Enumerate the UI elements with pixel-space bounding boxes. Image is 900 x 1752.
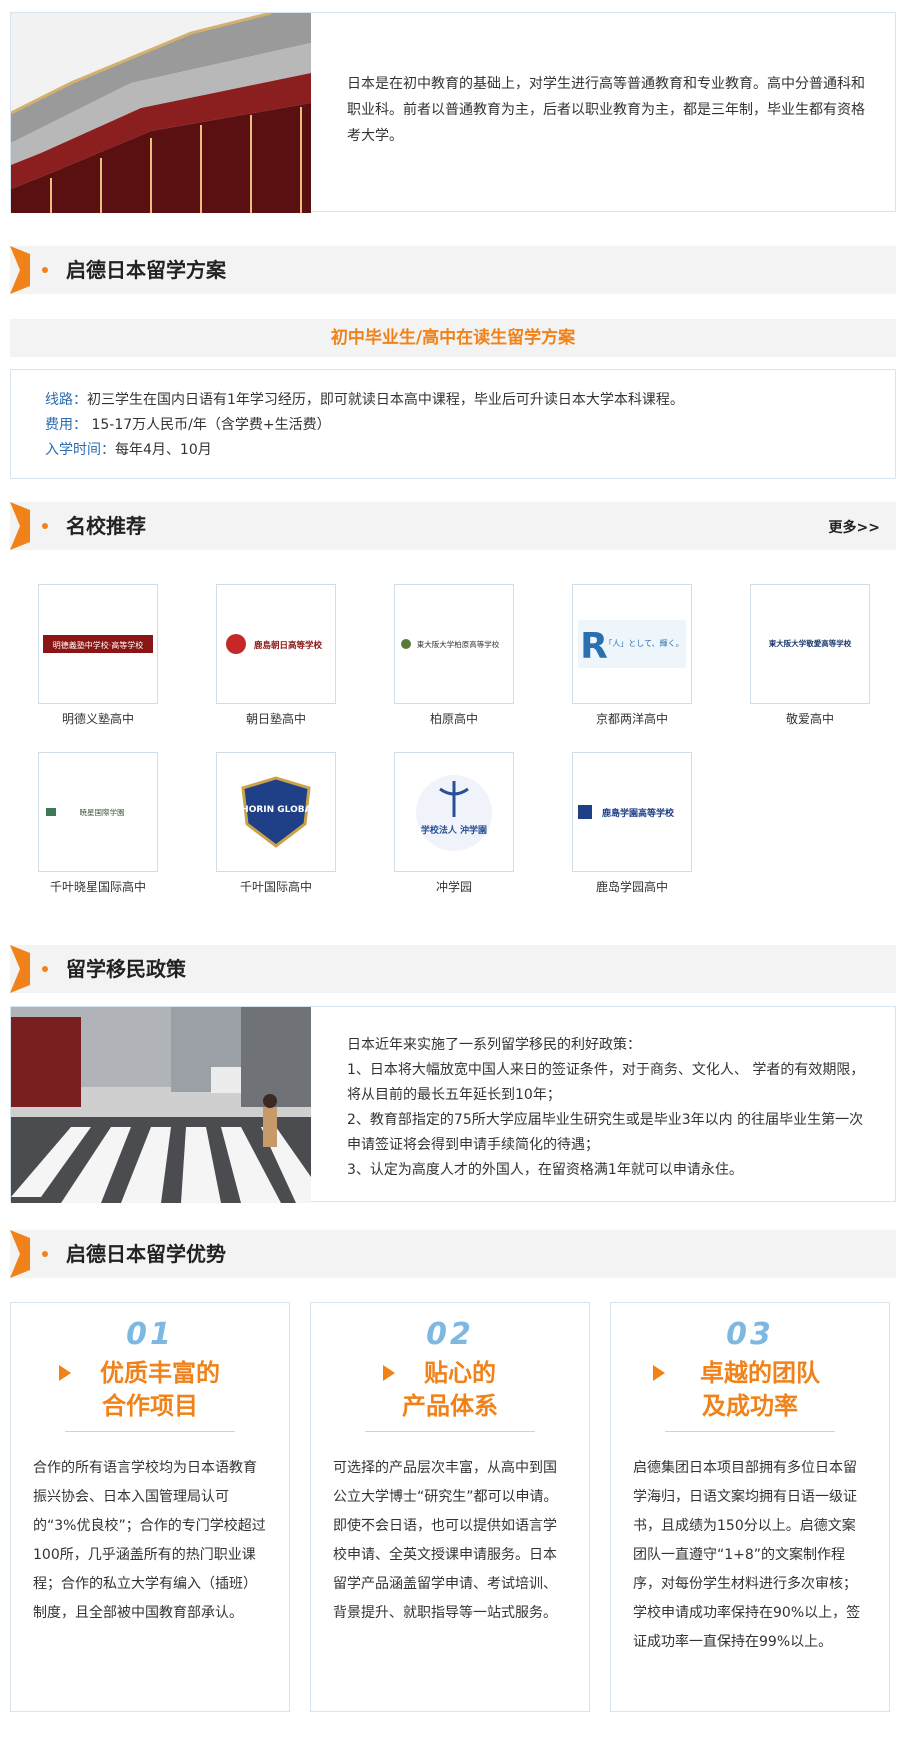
school-logo: SHORIN GLOBAL [216,752,336,872]
play-arrow-icon [383,1365,395,1381]
school-logo: 鹿島朝日高等学校 [216,584,336,704]
advantage-title: 优质丰富的 合作项目 [11,1357,289,1423]
advantage-card-1: 01 优质丰富的 合作项目 合作的所有语言学校均为日本语教育振兴协会、日本入国管… [10,1302,290,1712]
school-name: 鹿岛学园高中 [595,880,668,894]
school-name: 京都两洋高中 [595,712,668,726]
flag-icon [10,502,30,550]
policy-line: 日本近年来实施了一系列留学移民的利好政策： [347,1037,641,1053]
school-logo: 学校法人 沖学園 [394,752,514,872]
plan-route: 线路：初三学生在国内日语有1年学习经历，即可就读日本高中课程，毕业后可升读日本大… [45,388,895,413]
school-logo: 鹿島学園高等学校 [572,752,692,872]
advantage-title: 贴心的 产品体系 [311,1357,589,1423]
intro-card: 日本是在初中教育的基础上，对学生进行高等普通教育和专业教育。高中分普通科和职业科… [10,12,896,213]
flag-icon [10,945,30,993]
svg-text:東大阪大学柏原高等学校: 東大阪大学柏原高等学校 [417,639,500,649]
school-card[interactable]: 学校法人 沖学園 冲学园 [394,752,516,894]
school-card[interactable]: 暁星国際学園 千叶晓星国际高中 [38,752,160,894]
school-logo: 東大阪大学敬愛高等学校 [750,584,870,704]
bullet-dot-icon [42,1251,48,1257]
school-logo: R 「人」として、輝く。 [572,584,692,704]
school-card[interactable]: 東大阪大学敬愛高等学校 敬爱高中 [750,584,872,726]
bullet-dot-icon [42,267,48,273]
svg-text:鹿島朝日高等学校: 鹿島朝日高等学校 [253,640,323,651]
policy-line: 2、教育部指定的75所大学应届毕业生研究生或是毕业3年以内 的往届毕业生第一次申… [347,1112,864,1153]
intro-text: 日本是在初中教育的基础上，对学生进行高等普通教育和专业教育。高中分普通科和职业科… [347,76,865,144]
plan-time: 入学时间：每年4月、10月 [45,438,895,463]
time-label: 入学时间： [45,442,115,458]
advantage-text: 合作的所有语言学校均为日本语教育振兴协会、日本入国管理局认可的“3%优良校”；合… [33,1460,266,1621]
advantage-card-2: 02 贴心的 产品体系 可选择的产品层次丰富，从高中到国公立大学博士“研究生”都… [310,1302,590,1712]
section-header-advantages: 启德日本留学优势 [10,1230,896,1278]
advantage-number: 03 [726,1317,774,1352]
advantage-number: 02 [426,1317,474,1352]
advantage-title-line: 贴心的 [424,1359,496,1387]
svg-text:鹿島学園高等学校: 鹿島学園高等学校 [601,807,675,819]
school-name: 千叶晓星国际高中 [49,880,146,894]
svg-text:東大阪大学敬愛高等学校: 東大阪大学敬愛高等学校 [769,638,852,648]
section-header-policy: 留学移民政策 [10,945,896,993]
policy-line: 3、认定为高度人才的外国人，在留资格满1年就可以申请永住。 [347,1162,743,1178]
school-logo: 明德義塾中学校·高等学校 [38,584,158,704]
plan-fee: 费用： 15-17万人民币/年（含学费+生活费） [45,413,895,438]
school-name: 明德义塾高中 [61,712,134,726]
route-label: 线路： [45,392,87,408]
school-logo: 東大阪大学柏原高等学校 [394,584,514,704]
policy-card: 日本近年来实施了一系列留学移民的利好政策： 1、日本将大幅放宽中国人来日的签证条… [10,1006,896,1203]
svg-text:SHORIN GLOBAL: SHORIN GLOBAL [235,805,318,815]
section-title-plan: 启德日本留学方案 [66,258,226,282]
play-arrow-icon [653,1365,665,1381]
section-title-schools: 名校推荐 [66,514,146,538]
school-name: 冲学园 [435,880,472,894]
school-card[interactable]: 鹿島学園高等学校 鹿岛学园高中 [572,752,694,894]
more-schools-link[interactable]: 更多>> [829,517,880,537]
school-card[interactable]: 東大阪大学柏原高等学校 柏原高中 [394,584,516,726]
section-title-policy: 留学移民政策 [66,957,186,981]
svg-text:「人」として、輝く。: 「人」として、輝く。 [604,638,683,648]
advantage-text: 启德集团日本项目部拥有多位日本留学海归，日语文案均拥有日语一级证书，且成绩为15… [633,1460,861,1650]
fee-value: 15-17万人民币/年（含学费+生活费） [87,417,331,433]
school-name: 敬爱高中 [785,712,834,726]
advantage-text: 可选择的产品层次丰富，从高中到国公立大学博士“研究生”都可以申请。即使不会日语，… [333,1460,558,1621]
flag-icon [10,1230,30,1278]
svg-text:暁星国際学園: 暁星国際学園 [80,807,125,817]
svg-text:学校法人 沖学園: 学校法人 沖学園 [421,824,487,836]
advantage-title-line: 产品体系 [402,1392,498,1420]
school-logo: 暁星国際学園 [38,752,158,872]
advantage-title: 卓越的团队 及成功率 [611,1357,889,1423]
plan-subtitle: 初中毕业生/高中在读生留学方案 [10,319,896,357]
school-card[interactable]: 明德義塾中学校·高等学校 明德义塾高中 [38,584,160,726]
policy-line: 1、日本将大幅放宽中国人来日的签证条件，对于商务、文化人、 学者的有效期限，将从… [347,1062,865,1103]
plan-details: 线路：初三学生在国内日语有1年学习经历，即可就读日本高中课程，毕业后可升读日本大… [10,369,896,479]
bullet-dot-icon [42,523,48,529]
advantage-title-line: 合作项目 [102,1392,198,1420]
flag-icon [10,246,30,294]
school-name: 柏原高中 [429,712,478,726]
fee-label: 费用： [45,417,87,433]
section-title-advantages: 启德日本留学优势 [66,1242,226,1266]
route-value: 初三学生在国内日语有1年学习经历，即可就读日本高中课程，毕业后可升读日本大学本科… [87,392,684,408]
street-image [11,1007,311,1203]
school-name: 朝日塾高中 [245,712,306,726]
school-name: 千叶国际高中 [239,880,312,894]
school-card[interactable]: SHORIN GLOBAL 千叶国际高中 [216,752,338,894]
school-card[interactable]: 鹿島朝日高等学校 朝日塾高中 [216,584,338,726]
section-header-schools: 名校推荐 更多>> [10,502,896,550]
advantage-card-3: 03 卓越的团队 及成功率 启德集团日本项目部拥有多位日本留学海归，日语文案均拥… [610,1302,890,1712]
play-arrow-icon [59,1365,71,1381]
section-header-plan: 启德日本留学方案 [10,246,896,294]
advantage-title-line: 及成功率 [702,1392,798,1420]
bullet-dot-icon [42,966,48,972]
svg-text:明德義塾中学校·高等学校: 明德義塾中学校·高等学校 [53,640,144,650]
temple-image [11,13,311,213]
advantage-title-line: 优质丰富的 [100,1359,220,1387]
policy-text: 日本近年来实施了一系列留学移民的利好政策： 1、日本将大幅放宽中国人来日的签证条… [347,1033,877,1183]
advantage-number: 01 [126,1317,174,1352]
school-card[interactable]: R 「人」として、輝く。 京都两洋高中 [572,584,694,726]
time-value: 每年4月、10月 [115,442,212,458]
